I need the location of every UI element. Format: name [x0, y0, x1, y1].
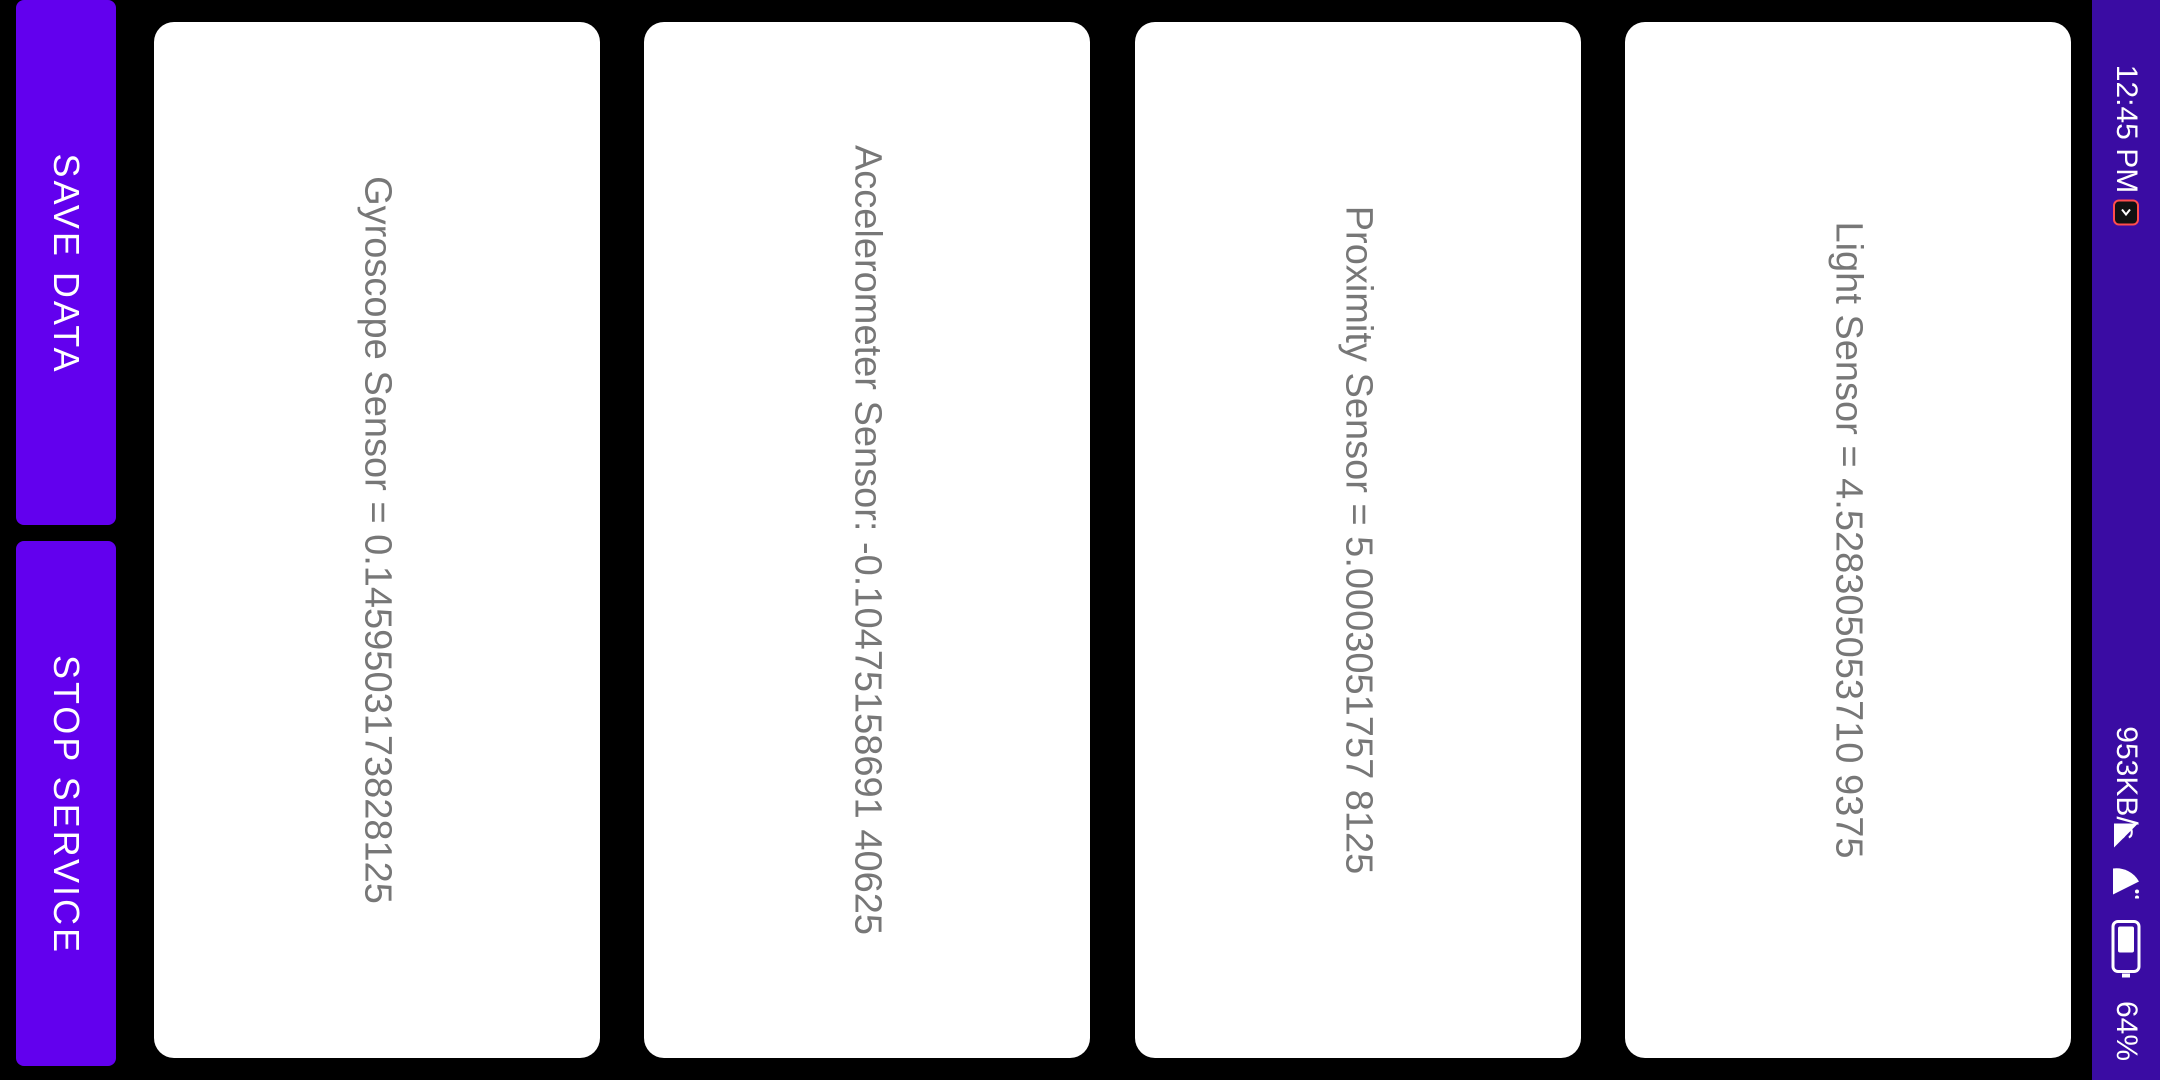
- gyroscope-reading: Gyroscope Sensor = 0.1459503173828125: [356, 176, 399, 904]
- notification-app-icon: [2111, 198, 2141, 233]
- wifi-icon: [2109, 865, 2143, 904]
- proximity-card: Proximity Sensor = 5.0003051757 8125: [1135, 22, 1581, 1058]
- gyroscope-card: Gyroscope Sensor = 0.1459503173828125: [154, 22, 600, 1058]
- accelerometer-reading: Accelerometer Sensor: -0.10475158691 406…: [846, 144, 889, 936]
- status-time: 12:45 PM: [2110, 64, 2143, 194]
- battery-icon: [2109, 920, 2143, 985]
- proximity-reading: Proximity Sensor = 5.0003051757 8125: [1337, 205, 1380, 875]
- accelerometer-card: Accelerometer Sensor: -0.10475158691 406…: [644, 22, 1090, 1058]
- status-bar: 12:45 PM 953KB/s 64%: [2092, 0, 2160, 1080]
- save-data-label: SAVE DATA: [46, 153, 87, 375]
- light-sensor-card: Light Sensor = 4.528305053710 9375: [1625, 22, 2071, 1058]
- screen: SAVE DATA STOP SERVICE Gyroscope Sensor …: [0, 0, 2160, 1080]
- save-data-button[interactable]: SAVE DATA: [16, 0, 116, 525]
- stop-service-label: STOP SERVICE: [46, 654, 87, 956]
- status-battery-percent: 64%: [2110, 1000, 2143, 1062]
- light-sensor-reading: Light Sensor = 4.528305053710 9375: [1827, 221, 1870, 859]
- signal-icon: [2111, 821, 2141, 856]
- stop-service-button[interactable]: STOP SERVICE: [16, 541, 116, 1066]
